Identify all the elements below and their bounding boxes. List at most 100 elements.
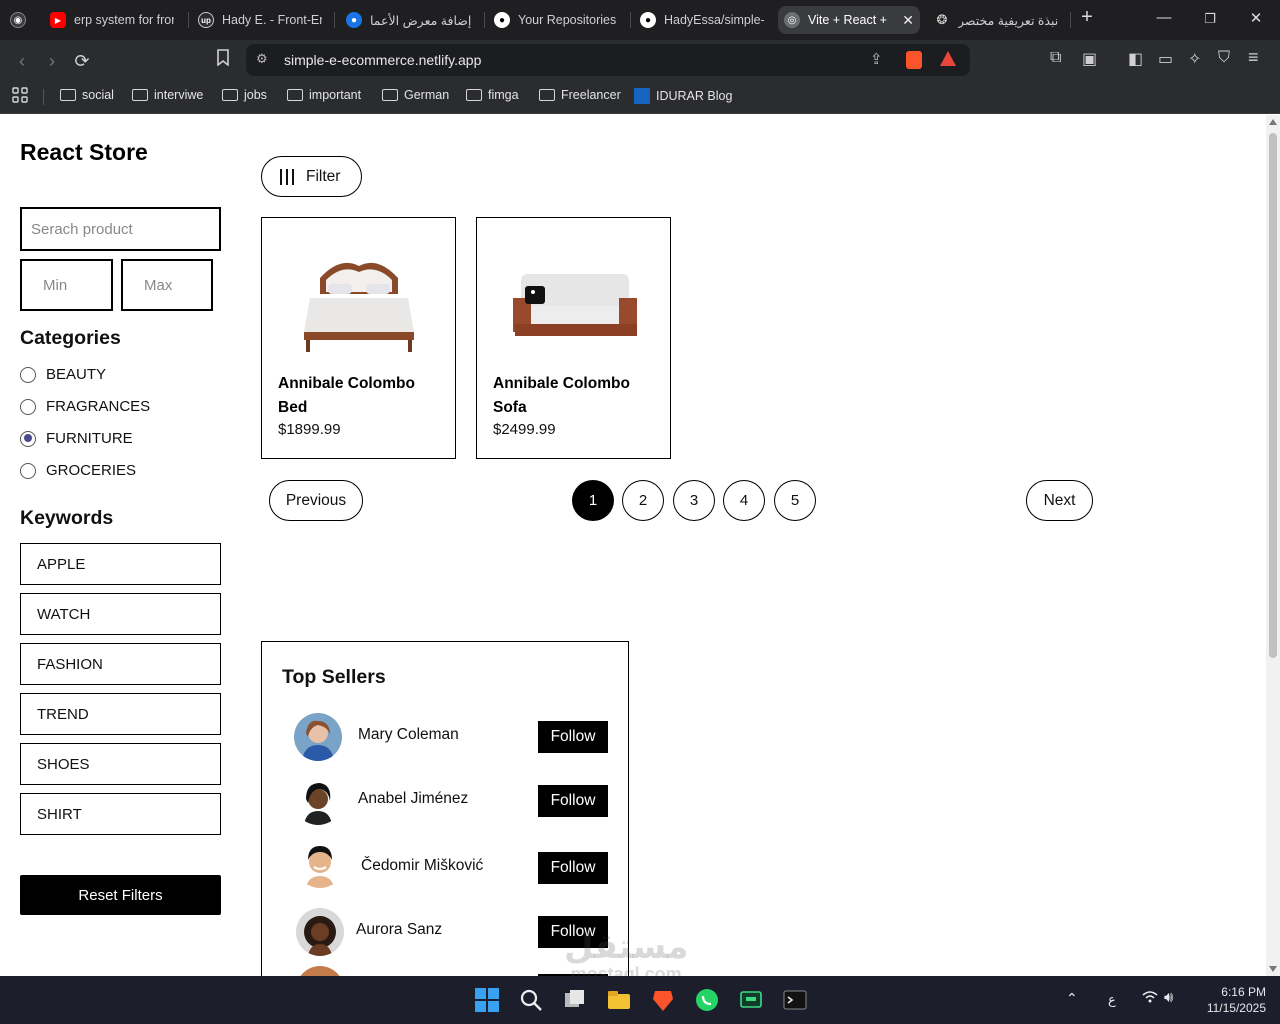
reset-filters-button[interactable]: Reset Filters xyxy=(20,875,221,915)
wifi-icon[interactable] xyxy=(1142,990,1158,1007)
whatsapp-icon[interactable] xyxy=(694,987,720,1013)
keyword-fashion[interactable]: FASHION xyxy=(20,643,221,685)
page-button-2[interactable]: 2 xyxy=(622,480,664,521)
sidebar-toggle-icon[interactable]: ◧ xyxy=(1128,49,1143,69)
back-icon[interactable]: ‹ xyxy=(10,49,34,73)
brave-browser-icon[interactable] xyxy=(650,987,676,1013)
bookmark-folder-social[interactable]: social xyxy=(60,88,114,102)
page-scrollbar[interactable] xyxy=(1266,115,1280,976)
keyword-shoes[interactable]: SHOES xyxy=(20,743,221,785)
url-text[interactable]: simple-e-ecommerce.netlify.app xyxy=(284,52,481,68)
radio-button[interactable] xyxy=(20,462,36,479)
windows-start-icon[interactable] xyxy=(474,987,500,1013)
bookmark-icon[interactable] xyxy=(211,49,235,73)
brave-rewards-icon[interactable] xyxy=(940,51,956,66)
volume-icon[interactable]: 🔊︎ xyxy=(1164,989,1173,1006)
file-explorer-icon[interactable] xyxy=(606,987,632,1013)
reader-icon[interactable]: ▣ xyxy=(1082,49,1097,69)
page-button-3[interactable]: 3 xyxy=(673,480,715,521)
page-button-1[interactable]: 1 xyxy=(572,480,614,521)
bookmark-idurar-blog[interactable]: IDURAR Blog xyxy=(634,88,732,104)
category-label: BEAUTY xyxy=(46,366,107,383)
filter-button[interactable]: Filter xyxy=(261,156,362,197)
bookmark-folder-jobs[interactable]: jobs xyxy=(222,88,267,102)
tab-3[interactable]: ● Your Repositories xyxy=(488,6,624,34)
tab-separator xyxy=(1070,12,1071,28)
tab-0[interactable]: ▶ erp system for fron xyxy=(44,6,180,34)
forward-icon[interactable]: › xyxy=(40,49,64,73)
wallet-icon[interactable]: ▭ xyxy=(1158,49,1173,69)
task-view-icon[interactable] xyxy=(562,987,588,1013)
menu-icon[interactable]: ≡ xyxy=(1248,47,1259,68)
search-input[interactable]: Serach product xyxy=(20,207,221,251)
product-price: $2499.99 xyxy=(493,421,556,438)
terminal-icon[interactable] xyxy=(782,987,808,1013)
scroll-down-arrow-icon[interactable] xyxy=(1269,966,1277,972)
vpn-icon[interactable]: ⛉ xyxy=(1218,49,1230,67)
search-placeholder: Serach product xyxy=(31,220,133,238)
site-info-icon[interactable]: ⚙ xyxy=(256,51,268,67)
close-window-icon[interactable]: ✕ xyxy=(1244,9,1268,27)
apps-grid-icon[interactable] xyxy=(12,87,28,103)
new-tab-icon[interactable]: + xyxy=(1075,6,1099,29)
keyword-shirt[interactable]: SHIRT xyxy=(20,793,221,835)
category-fragrances[interactable]: FRAGRANCES xyxy=(20,398,150,415)
leo-ai-icon[interactable]: ✧ xyxy=(1188,49,1201,69)
bookmark-folder-fimga[interactable]: fimga xyxy=(466,88,519,102)
scroll-thumb[interactable] xyxy=(1269,133,1277,658)
category-furniture[interactable]: FURNITURE xyxy=(20,430,133,447)
radio-button-checked[interactable] xyxy=(20,430,36,447)
page-button-5[interactable]: 5 xyxy=(774,480,816,521)
bookmark-folder-important[interactable]: important xyxy=(287,88,361,102)
keyword-watch[interactable]: WATCH xyxy=(20,593,221,635)
search-icon[interactable] xyxy=(518,987,544,1013)
clock[interactable]: 6:16 PM 11/15/2025 xyxy=(1196,985,1266,1015)
folder-icon xyxy=(466,89,482,101)
min-price-input[interactable]: Min xyxy=(20,259,113,311)
tab-4[interactable]: ● HadyEssa/simple-E xyxy=(634,6,770,34)
bookmark-folder-german[interactable]: German xyxy=(382,88,449,102)
restore-icon[interactable]: ❐ xyxy=(1198,11,1222,27)
next-button[interactable]: Next xyxy=(1026,480,1093,521)
scroll-up-arrow-icon[interactable] xyxy=(1269,119,1277,125)
radio-button[interactable] xyxy=(20,398,36,415)
follow-button[interactable]: Follow xyxy=(538,852,608,884)
tab-6[interactable]: ❂ نبذة تعريفية مختصر xyxy=(928,6,1068,34)
seller-row: Anabel Jiménez Follow xyxy=(262,775,630,827)
minimize-icon[interactable]: — xyxy=(1152,9,1176,26)
product-name[interactable]: Annibale Colombo Sofa xyxy=(493,372,658,420)
tab-separator xyxy=(334,12,335,28)
tab-2[interactable]: ● إضافة معرض الأعما xyxy=(340,6,480,34)
max-price-input[interactable]: Max xyxy=(121,259,213,311)
brave-shields-icon[interactable] xyxy=(906,51,922,69)
bookmark-folder-interviwe[interactable]: interviwe xyxy=(132,88,203,102)
keyword-trend[interactable]: TREND xyxy=(20,693,221,735)
tray-overflow-chevron-icon[interactable]: ⌃ xyxy=(1066,990,1078,1007)
tab-menu-button[interactable]: ◉ xyxy=(4,6,36,34)
min-placeholder: Min xyxy=(43,276,68,294)
category-groceries[interactable]: GROCERIES xyxy=(20,462,136,479)
category-beauty[interactable]: BEAUTY xyxy=(20,366,106,383)
keyword-apple[interactable]: APPLE xyxy=(20,543,221,585)
avatar xyxy=(296,840,344,888)
android-studio-icon[interactable] xyxy=(738,987,764,1013)
page-button-4[interactable]: 4 xyxy=(723,480,765,521)
extensions-icon[interactable]: ⧉ xyxy=(1050,49,1061,67)
bookmark-folder-freelancer[interactable]: Freelancer xyxy=(539,88,621,102)
previous-button[interactable]: Previous xyxy=(269,480,363,521)
address-bar[interactable]: ⚙ simple-e-ecommerce.netlify.app ⇪ xyxy=(246,44,970,76)
folder-icon xyxy=(539,89,555,101)
close-tab-icon[interactable]: ✕ xyxy=(902,12,914,29)
radio-button[interactable] xyxy=(20,366,36,383)
tab-1[interactable]: up Hady E. - Front-En xyxy=(192,6,328,34)
keyboard-language[interactable]: ع xyxy=(1108,992,1116,1008)
tab-5-active[interactable]: ◎ Vite + React + ✕ xyxy=(778,6,920,34)
share-icon[interactable]: ⇪ xyxy=(870,50,883,68)
product-name[interactable]: Annibale Colombo Bed xyxy=(278,372,443,420)
follow-button[interactable]: Follow xyxy=(538,721,608,753)
product-card[interactable]: Annibale Colombo Bed $1899.99 xyxy=(261,217,456,459)
tab-separator xyxy=(188,12,189,28)
product-card[interactable]: Annibale Colombo Sofa $2499.99 xyxy=(476,217,671,459)
reload-icon[interactable]: ⟳ xyxy=(70,49,94,73)
follow-button[interactable]: Follow xyxy=(538,785,608,817)
